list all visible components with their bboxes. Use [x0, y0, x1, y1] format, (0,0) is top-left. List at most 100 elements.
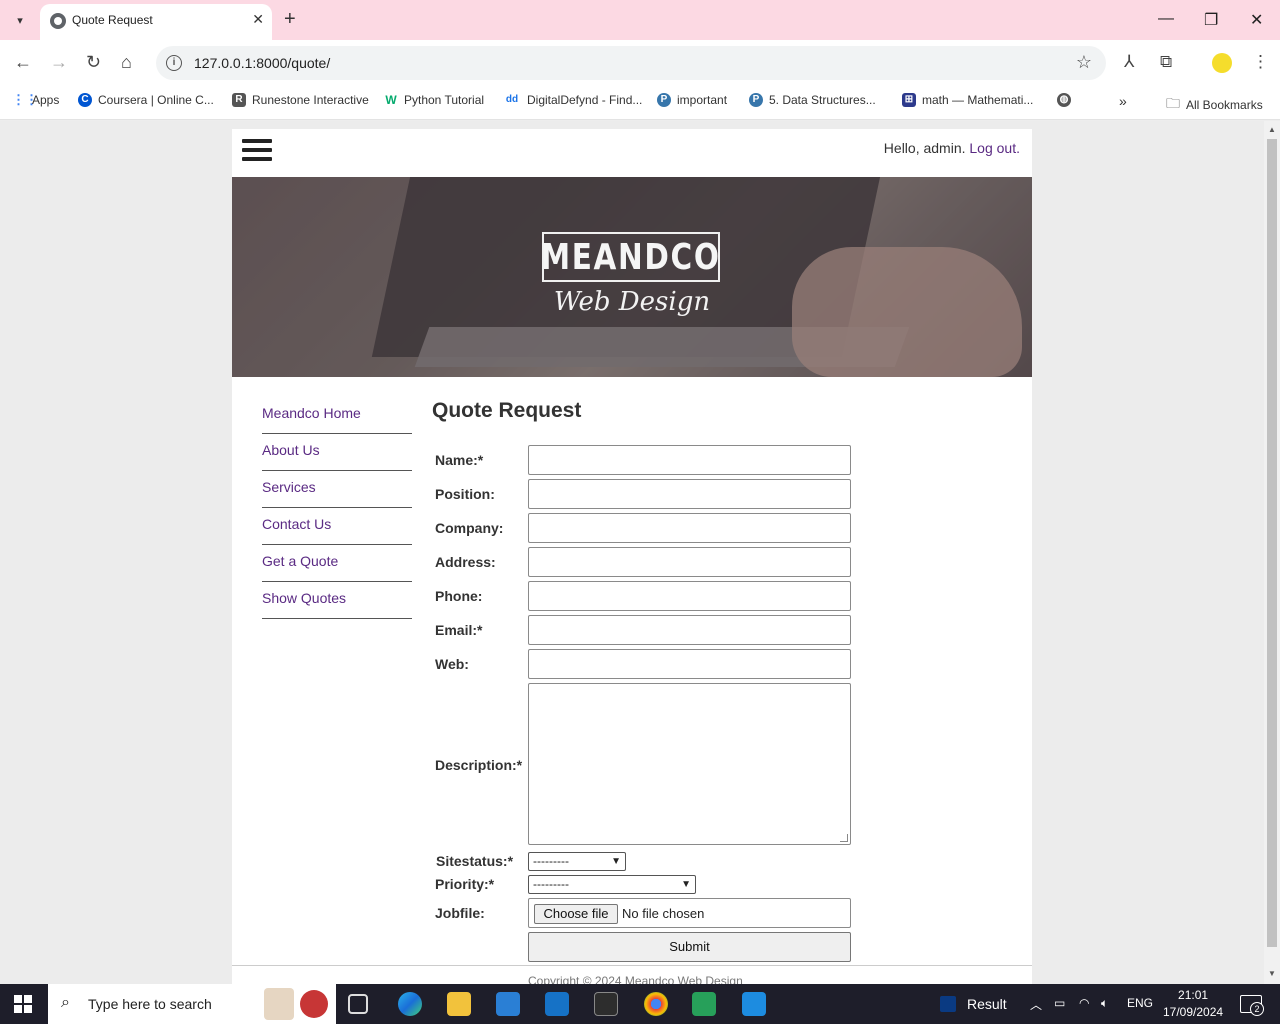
- address-bar[interactable]: i 127.0.0.1:8000/quote/ ☆: [156, 46, 1106, 80]
- nav-get-a-quote[interactable]: Get a Quote: [262, 545, 412, 582]
- menu-kebab-icon[interactable]: ⋮: [1252, 52, 1269, 72]
- web-field[interactable]: [528, 649, 851, 679]
- store-icon[interactable]: [496, 992, 520, 1016]
- taskbar-clock[interactable]: 21:01 17/09/2024: [1163, 987, 1223, 1021]
- back-icon[interactable]: ←: [14, 52, 32, 72]
- scroll-up-icon[interactable]: ▲: [1268, 125, 1276, 134]
- pycharm-icon[interactable]: [692, 992, 716, 1016]
- scrollbar-thumb[interactable]: [1267, 139, 1277, 947]
- all-bookmarks[interactable]: 🗀 All Bookmarks: [1166, 93, 1263, 117]
- page-container: Hello, admin. Log out. MEANDCO Web Desig…: [232, 129, 1032, 984]
- tab-search-button[interactable]: ▾: [8, 8, 32, 32]
- side-navigation: Meandco Home About Us Services Contact U…: [262, 397, 412, 619]
- footer-divider: [232, 965, 1032, 966]
- bookmark-star-icon[interactable]: ☆: [1076, 52, 1092, 73]
- email-label: Email:*: [435, 622, 483, 638]
- choose-file-button[interactable]: Choose file: [534, 904, 618, 924]
- site-logo-subtitle: Web Design: [553, 287, 711, 317]
- nfl-icon[interactable]: [940, 996, 956, 1012]
- browser-tab[interactable]: Quote Request ✕: [40, 4, 272, 40]
- restore-icon[interactable]: ❐: [1204, 10, 1218, 30]
- nav-contact-us[interactable]: Contact Us: [262, 508, 412, 545]
- priority-label: Priority:*: [435, 876, 495, 892]
- scroll-down-icon[interactable]: ▼: [1268, 969, 1276, 978]
- chevron-up-icon[interactable]: ︿: [1030, 996, 1042, 1013]
- new-tab-button[interactable]: +: [284, 9, 296, 29]
- web-label: Web:: [435, 656, 469, 672]
- page-viewport: Hello, admin. Log out. MEANDCO Web Desig…: [0, 121, 1264, 984]
- nav-home[interactable]: Meandco Home: [262, 397, 412, 434]
- name-field[interactable]: [528, 445, 851, 475]
- globe-icon: ◍: [1057, 93, 1071, 107]
- windows-taskbar: ⌕ Type here to search Result ︿ ▭ ◠ 🔈︎ EN…: [0, 984, 1280, 1024]
- site-info-icon[interactable]: i: [166, 55, 182, 71]
- jobfile-input[interactable]: Choose file No file chosen: [528, 898, 851, 928]
- bookmark-python-tutorial[interactable]: W Python Tutorial: [384, 93, 484, 107]
- terminal-icon[interactable]: [594, 992, 618, 1016]
- forward-icon[interactable]: →: [50, 52, 68, 72]
- language-indicator[interactable]: ENG: [1127, 996, 1153, 1010]
- hamburger-menu-icon[interactable]: [242, 139, 272, 165]
- jobfile-label: Jobfile:: [435, 905, 485, 921]
- chrome-icon[interactable]: [644, 992, 668, 1016]
- page-title: Quote Request: [432, 399, 582, 422]
- digitaldefynd-icon: dd: [503, 93, 521, 107]
- file-explorer-icon[interactable]: [447, 992, 471, 1016]
- more-bookmarks-icon[interactable]: »: [1119, 93, 1127, 109]
- email-field[interactable]: [528, 615, 851, 645]
- sitestatus-select[interactable]: --------- ▼: [528, 852, 626, 871]
- description-textarea[interactable]: [528, 683, 851, 845]
- position-field[interactable]: [528, 479, 851, 509]
- task-view-icon[interactable]: [348, 994, 368, 1014]
- priority-select[interactable]: --------- ▼: [528, 875, 696, 894]
- phone-field[interactable]: [528, 581, 851, 611]
- edge-icon[interactable]: [398, 992, 422, 1016]
- vscode-icon[interactable]: [742, 992, 766, 1016]
- wifi-icon[interactable]: ◠: [1079, 996, 1089, 1010]
- home-icon[interactable]: ⌂: [121, 52, 132, 72]
- window-close-icon[interactable]: ✕: [1250, 10, 1263, 30]
- notification-count-badge: 2: [1250, 1002, 1264, 1016]
- tab-close-icon[interactable]: ✕: [252, 11, 264, 28]
- bookmark-coursera[interactable]: C Coursera | Online C...: [78, 93, 214, 107]
- company-label: Company:: [435, 520, 504, 536]
- minimize-icon[interactable]: —: [1158, 10, 1174, 28]
- reload-icon[interactable]: ↻: [86, 52, 101, 72]
- bookmark-digitaldefynd[interactable]: dd DigitalDefynd - Find...: [503, 93, 642, 107]
- page-scrollbar[interactable]: ▲ ▼: [1264, 121, 1280, 984]
- file-status-text: No file chosen: [622, 906, 705, 921]
- bookmark-important[interactable]: P important: [657, 93, 727, 107]
- nav-show-quotes[interactable]: Show Quotes: [262, 582, 412, 619]
- chevron-down-icon: ▼: [611, 856, 621, 867]
- taskbar-search[interactable]: ⌕ Type here to search: [48, 984, 336, 1024]
- url-text[interactable]: 127.0.0.1:8000/quote/: [194, 55, 330, 71]
- apps-grid-icon: ⋮⋮: [12, 92, 38, 107]
- windows-start-icon[interactable]: [14, 995, 32, 1013]
- profile-avatar[interactable]: [1212, 53, 1232, 73]
- volume-icon[interactable]: 🔈︎: [1101, 996, 1108, 1011]
- folder-icon: 🗀: [1166, 95, 1180, 111]
- company-field[interactable]: [528, 513, 851, 543]
- mail-icon[interactable]: [545, 992, 569, 1016]
- device-icon[interactable]: ▭: [1054, 996, 1065, 1010]
- phone-label: Phone:: [435, 588, 483, 604]
- bookmark-runestone[interactable]: R Runestone Interactive: [232, 93, 369, 107]
- bookmark-apps[interactable]: ⋮⋮ Apps: [12, 93, 59, 107]
- extension-icon[interactable]: ⅄: [1124, 52, 1134, 72]
- nav-services[interactable]: Services: [262, 471, 412, 508]
- bookmark-data-structures[interactable]: P 5. Data Structures...: [749, 93, 876, 107]
- chevron-down-icon: ▼: [681, 879, 691, 890]
- taskbar-search-placeholder: Type here to search: [88, 996, 212, 1012]
- result-label[interactable]: Result: [967, 996, 1007, 1012]
- logout-link[interactable]: Log out.: [969, 140, 1020, 156]
- tab-title: Quote Request: [72, 13, 153, 27]
- bookmark-globe[interactable]: ◍: [1057, 93, 1071, 107]
- puzzle-icon[interactable]: ⧉: [1160, 52, 1172, 72]
- bookmark-math[interactable]: ⊞ math — Mathemati...: [902, 93, 1033, 107]
- resize-grip-icon[interactable]: [840, 834, 848, 842]
- address-field[interactable]: [528, 547, 851, 577]
- submit-button[interactable]: Submit: [528, 932, 851, 962]
- search-highlight-icon: [264, 988, 294, 1020]
- runestone-icon: R: [232, 93, 246, 107]
- nav-about-us[interactable]: About Us: [262, 434, 412, 471]
